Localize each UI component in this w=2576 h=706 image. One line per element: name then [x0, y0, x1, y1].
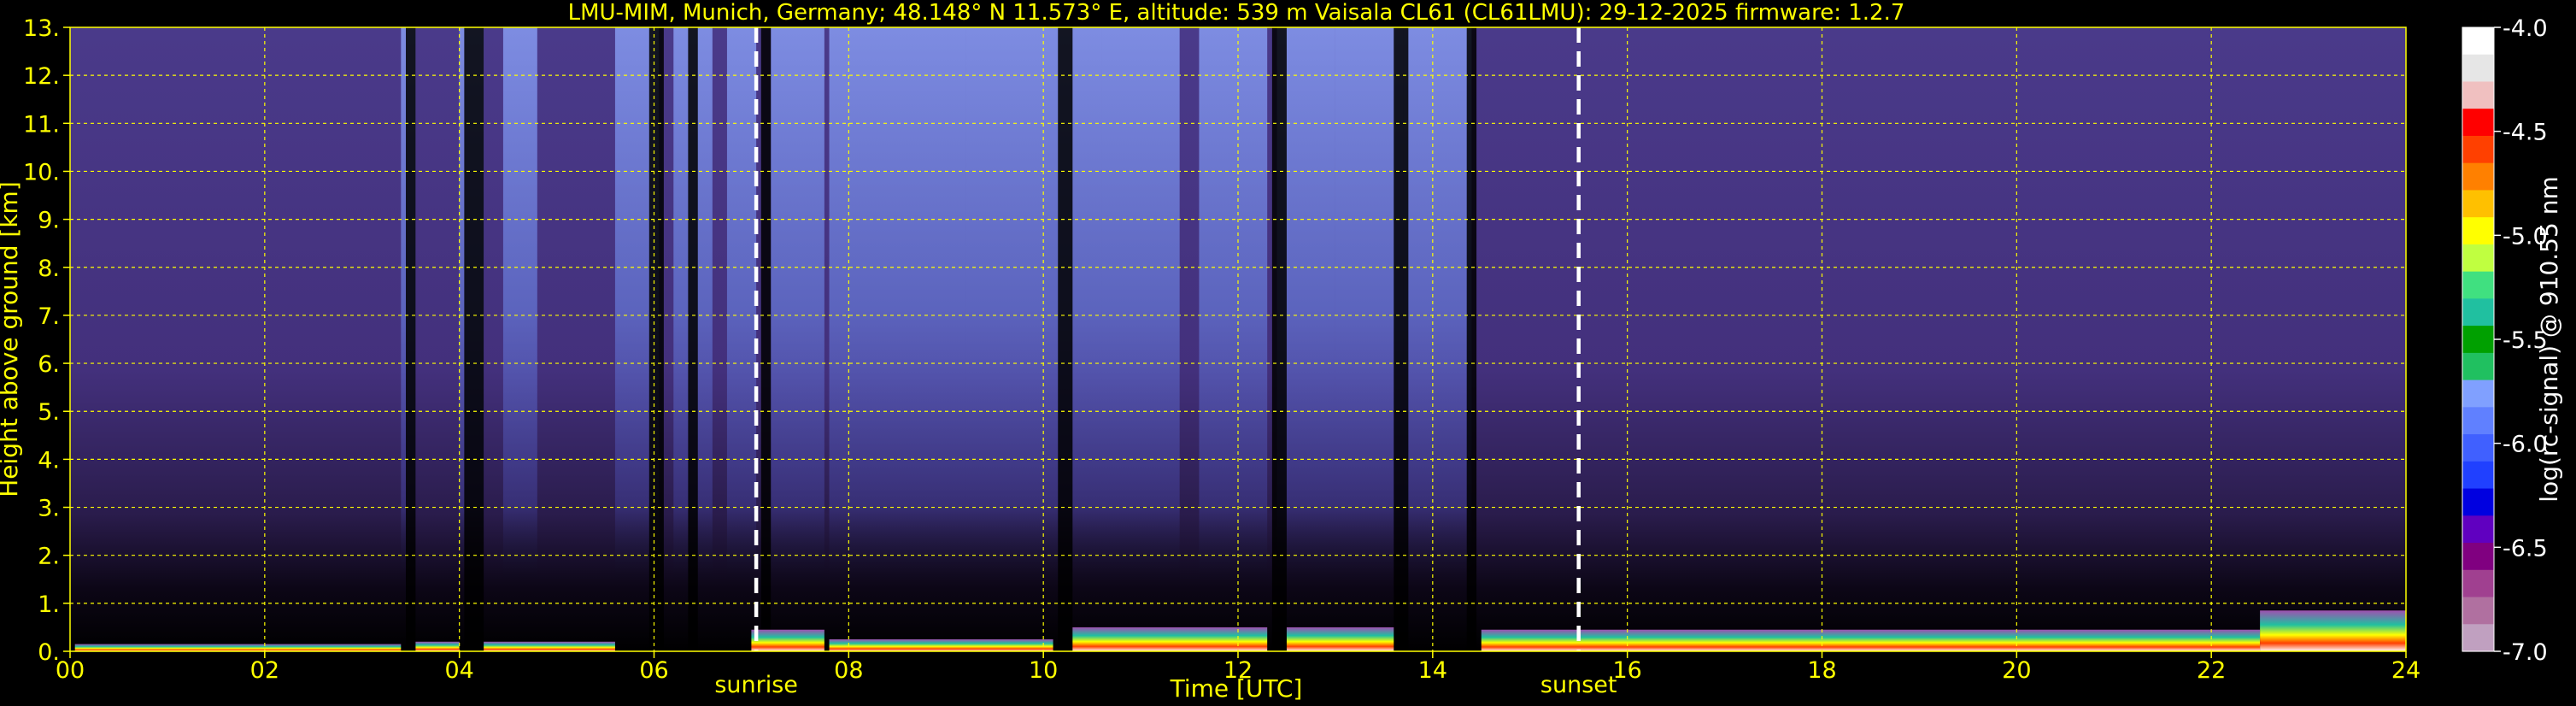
y-tick-label: 2. — [38, 544, 60, 570]
y-tick-label: 1. — [38, 591, 60, 618]
data-gap — [464, 27, 484, 651]
colorbar-label: log(rc-signal) @ 910.55 nm — [2535, 176, 2563, 502]
colorbar-swatch — [2462, 352, 2494, 381]
y-tick-label: 8. — [38, 256, 60, 282]
colorbar-swatch — [2462, 217, 2494, 245]
colorbar-swatch — [2462, 624, 2494, 652]
boundary-layer-segment — [751, 629, 824, 651]
x-tick-label: 02 — [250, 657, 279, 684]
signal-column — [771, 27, 824, 589]
data-gap — [760, 27, 772, 651]
colorbar-swatch — [2462, 109, 2494, 137]
signal-column — [502, 27, 537, 589]
colorbar-swatch — [2462, 326, 2494, 354]
y-tick-label: 11. — [23, 111, 60, 138]
signal-column — [1101, 27, 1180, 589]
signal-column — [726, 27, 757, 589]
ceilometer-figure: LMU-MIM, Munich, Germany; 48.148° N 11.5… — [0, 0, 2576, 706]
y-tick-label: 12. — [23, 63, 60, 90]
boundary-layer-segment — [1481, 629, 2261, 651]
y-tick-label: 4. — [38, 447, 60, 474]
colorbar-tick-label: -4.5 — [2503, 120, 2548, 146]
y-tick-label: 10. — [23, 159, 60, 185]
signal-column — [1335, 27, 1404, 589]
sun-event-label: sunset — [1540, 672, 1617, 698]
data-gap — [1058, 27, 1073, 651]
colorbar-swatch — [2462, 434, 2494, 462]
colorbar-swatch — [2462, 407, 2494, 435]
y-tick-label: 3. — [38, 496, 60, 522]
colorbar-swatch — [2462, 271, 2494, 299]
x-tick-label: 06 — [639, 657, 668, 684]
y-tick-label: 7. — [38, 303, 60, 330]
colorbar-swatch — [2462, 379, 2494, 408]
colorbar-swatch — [2462, 543, 2494, 571]
colorbar-swatch — [2462, 162, 2494, 191]
y-tick-label: 9. — [38, 208, 60, 234]
signal-column — [1403, 27, 1472, 589]
x-tick-label: 24 — [2391, 657, 2421, 684]
x-tick-label: 20 — [2002, 657, 2031, 684]
x-tick-label: 04 — [444, 657, 473, 684]
data-gap — [1271, 27, 1287, 651]
boundary-layer-segment — [415, 641, 460, 651]
signal-column — [829, 27, 966, 589]
chart-title: LMU-MIM, Munich, Germany; 48.148° N 11.5… — [568, 0, 1905, 26]
colorbar-tick-label: -7.0 — [2503, 639, 2548, 666]
boundary-layer-segment — [1286, 627, 1394, 651]
x-axis-label: Time [UTC] — [1170, 674, 1303, 703]
data-gap — [648, 27, 664, 651]
colorbar-swatch — [2462, 54, 2494, 83]
data-gap — [406, 27, 416, 651]
colorbar-swatch — [2462, 135, 2494, 164]
y-tick-label: 6. — [38, 351, 60, 378]
x-tick-label: 14 — [1418, 657, 1447, 684]
colorbar-swatch — [2462, 597, 2494, 625]
colorbar-swatch — [2462, 190, 2494, 218]
boundary-layer-segment — [74, 644, 402, 651]
signal-column — [1199, 27, 1268, 589]
y-axis-label: Height above ground [km] — [0, 181, 23, 497]
y-tick-label: 13. — [23, 15, 60, 42]
boundary-layer-segment — [484, 641, 615, 651]
signal-column — [965, 27, 1102, 589]
x-tick-label: 08 — [834, 657, 863, 684]
colorbar-swatch — [2462, 515, 2494, 544]
x-tick-label: 22 — [2197, 657, 2226, 684]
colorbar-swatch — [2462, 298, 2494, 327]
sun-event-label: sunrise — [714, 672, 798, 698]
data-gap — [688, 27, 698, 651]
x-tick-label: 00 — [56, 657, 85, 684]
boundary-layer-segment — [2260, 610, 2406, 651]
colorbar-tick-label: -4.0 — [2503, 15, 2548, 42]
x-tick-label: 18 — [1807, 657, 1836, 684]
x-tick-label: 16 — [1612, 657, 1641, 684]
colorbar-swatch — [2462, 81, 2494, 109]
colorbar-swatch — [2462, 27, 2494, 56]
colorbar-swatch — [2462, 244, 2494, 273]
colorbar-swatch — [2462, 569, 2494, 598]
data-gap — [1394, 27, 1409, 651]
x-tick-label: 10 — [1029, 657, 1058, 684]
colorbar-swatch — [2462, 461, 2494, 490]
colorbar-tick-label: -6.5 — [2503, 535, 2548, 562]
boundary-layer-segment — [829, 638, 1053, 651]
y-tick-label: 5. — [38, 399, 60, 426]
data-gap — [1466, 27, 1477, 651]
colorbar-swatch — [2462, 488, 2494, 516]
